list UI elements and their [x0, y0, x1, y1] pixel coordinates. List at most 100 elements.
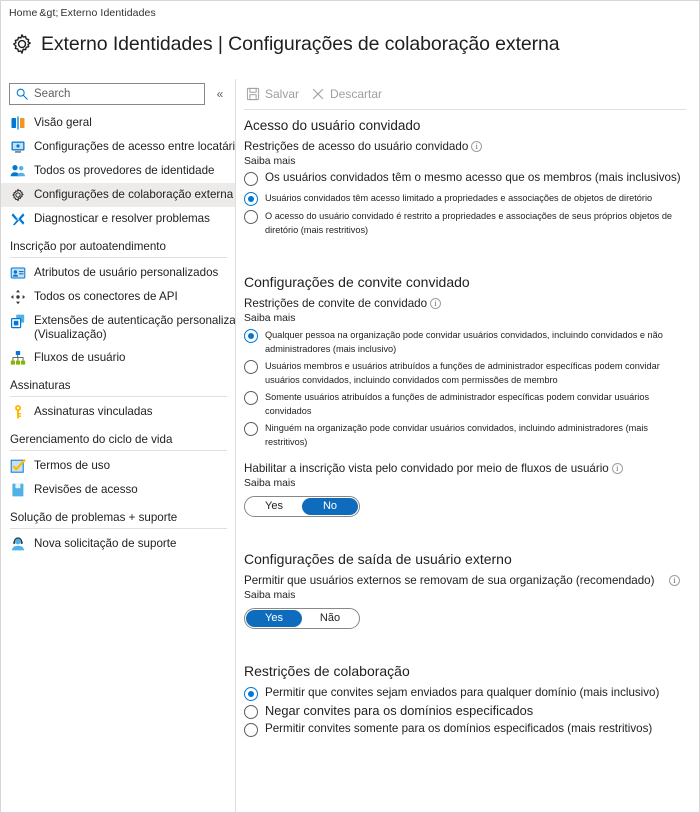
sub-label-text: Permitir que usuários externos se remova…	[244, 574, 655, 587]
toggle-option-yes[interactable]: Yes	[246, 610, 302, 627]
info-icon[interactable]: i	[471, 141, 483, 152]
info-icon[interactable]: i	[430, 298, 442, 309]
radio-label: Ninguém na organização pode convidar usu…	[265, 423, 649, 447]
section-title-saida-externo: Configurações de saída de usuário extern…	[244, 551, 512, 567]
wrench-icon	[10, 211, 26, 227]
command-bar: Salvar Descartar	[240, 79, 686, 109]
sidebar-divider	[10, 396, 227, 397]
discard-button[interactable]: Descartar	[309, 85, 388, 103]
radio-button[interactable]	[244, 422, 258, 436]
save-label: Salvar	[265, 87, 300, 101]
sidebar-item-provedores-identidade[interactable]: Todos os provedores de identidade	[1, 159, 235, 183]
search-box[interactable]	[9, 83, 205, 105]
sidebar-item-label: Visão geral	[34, 116, 92, 129]
radio-row[interactable]: Usuários convidados têm acesso limitado …	[244, 191, 686, 206]
gear-icon	[9, 31, 35, 57]
sidebar: « Visão geral	[1, 79, 235, 812]
sub-label-text: Restrições de acesso do usuário convidad…	[244, 140, 469, 153]
sidebar-item-label: Diagnosticar e resolver problemas	[34, 212, 210, 225]
breadcrumb: Home &gt; Externo Identidades	[9, 7, 156, 19]
section-title-acesso-convidado: Acesso do usuário convidado	[244, 118, 421, 133]
radio-button[interactable]	[244, 360, 258, 374]
sidebar-item-colaboracao-externa[interactable]: Configurações de colaboração externa	[1, 183, 235, 207]
sub-label-text: Habilitar a inscrição vista pelo convida…	[244, 462, 609, 475]
sidebar-item-label: Termos de uso	[34, 459, 111, 472]
section-title-restricoes-colaboracao: Restrições de colaboração	[244, 663, 410, 679]
radio-button[interactable]	[244, 172, 258, 186]
radio-row[interactable]: Qualquer pessoa na organização pode conv…	[244, 328, 686, 356]
sidebar-item-nova-solicitacao[interactable]: Nova solicitação de suporte	[1, 532, 235, 556]
radio-row[interactable]: Permitir que convites sejam enviados par…	[244, 686, 686, 701]
search-icon	[15, 87, 29, 101]
radio-button-selected[interactable]	[244, 192, 258, 206]
discard-label: Descartar	[330, 87, 383, 101]
breadcrumb-item-identidades[interactable]: Identidades	[100, 7, 155, 19]
learn-more-link-1[interactable]: Saiba mais	[244, 156, 686, 167]
sidebar-item-diagnosticar[interactable]: Diagnosticar e resolver problemas	[1, 207, 235, 231]
save-button[interactable]: Salvar	[244, 85, 305, 103]
sidebar-item-label: Todos os conectores de API	[34, 290, 178, 303]
sidebar-group-inscricao: Inscrição por autoatendimento	[10, 240, 166, 253]
sidebar-item-acesso-entre-locatarios[interactable]: Configurações de acesso entre locatários	[1, 135, 235, 159]
learn-more-link-3[interactable]: Saiba mais	[244, 478, 686, 489]
command-bar-divider	[244, 109, 686, 110]
sidebar-item-termos-uso[interactable]: Termos de uso	[1, 454, 235, 478]
discard-x-icon	[311, 87, 325, 101]
breadcrumb-home[interactable]: Home	[9, 7, 37, 19]
toggle-option-no[interactable]: No	[302, 498, 358, 515]
learn-more-link-2[interactable]: Saiba mais	[244, 313, 686, 324]
sidebar-item-conectores-api[interactable]: Todos os conectores de API	[1, 285, 235, 309]
sidebar-item-revisoes-acesso[interactable]: Revisões de acesso	[1, 478, 235, 502]
sidebar-item-label: Fluxos de usuário	[34, 351, 126, 364]
sub-label-text: Restrições de convite de convidado	[244, 297, 428, 310]
section-title-convite-convidado: Configurações de convite convidado	[244, 274, 470, 290]
info-icon[interactable]: i	[669, 575, 680, 586]
radio-button[interactable]	[244, 723, 258, 737]
search-input[interactable]	[32, 87, 204, 101]
radio-button-selected[interactable]	[244, 329, 258, 343]
toggle-saida-usuario-externo[interactable]: Yes Não	[244, 608, 360, 629]
radio-row[interactable]: Usuários membros e usuários atribuídos a…	[244, 359, 686, 387]
radio-button[interactable]	[244, 391, 258, 405]
radio-button-selected[interactable]	[244, 687, 258, 701]
radio-label: O acesso do usuário convidado é restrito…	[265, 211, 673, 235]
sidebar-item-extensoes-autenticacao[interactable]: Extensões de autenticação personalizadas…	[1, 309, 235, 346]
radio-label: Permitir que convites sejam enviados par…	[265, 686, 660, 699]
sidebar-item-visao-geral[interactable]: Visão geral	[1, 111, 235, 135]
radio-button[interactable]	[244, 210, 258, 224]
sidebar-group-suporte: Solução de problemas + suporte	[10, 511, 178, 524]
radio-label: Permitir convites somente para os domíni…	[265, 722, 653, 735]
sidebar-divider	[10, 257, 227, 258]
sidebar-item-atributos-usuario[interactable]: Atributos de usuário personalizados	[1, 261, 235, 285]
radio-row[interactable]: Somente usuários atribuídos a funções de…	[244, 390, 686, 418]
sidebar-item-fluxos-usuario[interactable]: Fluxos de usuário	[1, 346, 235, 370]
sub-label-habilitar-inscricao: Habilitar a inscrição vista pelo convida…	[244, 462, 686, 475]
sidebar-item-label: Configurações de colaboração externa	[34, 188, 234, 201]
chevron-double-left-icon[interactable]: «	[211, 84, 229, 104]
sidebar-item-label: Todos os provedores de identidade	[34, 164, 215, 177]
toggle-option-nao[interactable]: Não	[302, 610, 358, 627]
radio-row[interactable]: O acesso do usuário convidado é restrito…	[244, 209, 686, 237]
breadcrumb-item-externo[interactable]: Externo	[61, 7, 98, 19]
toggle-option-yes[interactable]: Yes	[246, 498, 302, 515]
flow-icon	[10, 350, 26, 366]
sidebar-item-assinaturas-vinculadas[interactable]: Assinaturas vinculadas	[1, 400, 235, 424]
monitor-icon	[10, 139, 26, 155]
sub-label-restricoes-acesso: Restrições de acesso do usuário convidad…	[244, 140, 686, 153]
radio-label: Os usuários convidados têm o mesmo acess…	[265, 171, 681, 184]
sidebar-nav: Visão geral Configurações de acesso entr…	[1, 111, 235, 556]
radio-row[interactable]: Os usuários convidados têm o mesmo acess…	[244, 171, 686, 186]
toggle-inscricao-fluxos[interactable]: Yes No	[244, 496, 360, 517]
radio-row[interactable]: Negar convites para os domínios especifi…	[244, 703, 686, 719]
radio-label: Somente usuários atribuídos a funções de…	[265, 392, 650, 416]
radio-row[interactable]: Ninguém na organização pode convidar usu…	[244, 421, 686, 449]
sidebar-item-label: Revisões de acesso	[34, 483, 138, 496]
page-title: Externo Identidades | Configurações de c…	[41, 32, 560, 55]
learn-more-link-4[interactable]: Saiba mais	[244, 590, 686, 601]
info-icon[interactable]: i	[611, 463, 623, 474]
radio-row[interactable]: Permitir convites somente para os domíni…	[244, 722, 686, 737]
radio-button[interactable]	[244, 705, 258, 719]
extension-icon	[10, 313, 26, 329]
